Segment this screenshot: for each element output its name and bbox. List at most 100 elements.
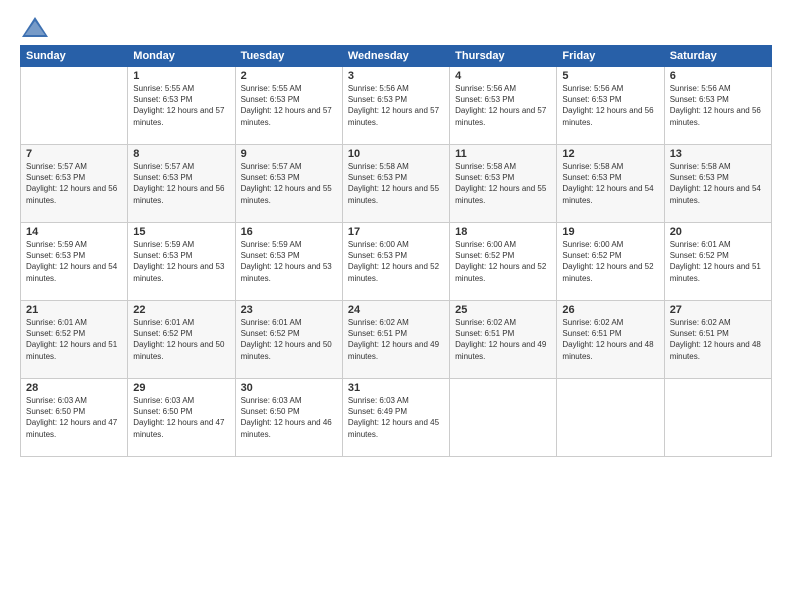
daylight-text: Daylight: 12 hours and 56 minutes. [133, 184, 224, 204]
calendar-cell: 28 Sunrise: 6:03 AM Sunset: 6:50 PM Dayl… [21, 379, 128, 457]
sunset-text: Sunset: 6:53 PM [348, 95, 407, 104]
col-saturday: Saturday [664, 46, 771, 67]
day-info: Sunrise: 6:03 AM Sunset: 6:50 PM Dayligh… [133, 395, 229, 440]
sunset-text: Sunset: 6:53 PM [133, 95, 192, 104]
daylight-text: Daylight: 12 hours and 54 minutes. [26, 262, 117, 282]
daylight-text: Daylight: 12 hours and 56 minutes. [26, 184, 117, 204]
day-info: Sunrise: 5:56 AM Sunset: 6:53 PM Dayligh… [670, 83, 766, 128]
day-info: Sunrise: 6:00 AM Sunset: 6:53 PM Dayligh… [348, 239, 444, 284]
day-number: 7 [26, 148, 122, 160]
daylight-text: Daylight: 12 hours and 57 minutes. [348, 106, 439, 126]
daylight-text: Daylight: 12 hours and 52 minutes. [348, 262, 439, 282]
day-info: Sunrise: 5:55 AM Sunset: 6:53 PM Dayligh… [133, 83, 229, 128]
day-number: 12 [562, 148, 658, 160]
sunset-text: Sunset: 6:53 PM [241, 251, 300, 260]
calendar-cell: 31 Sunrise: 6:03 AM Sunset: 6:49 PM Dayl… [342, 379, 449, 457]
table-row: 14 Sunrise: 5:59 AM Sunset: 6:53 PM Dayl… [21, 223, 772, 301]
daylight-text: Daylight: 12 hours and 51 minutes. [26, 340, 117, 360]
day-number: 29 [133, 382, 229, 394]
day-info: Sunrise: 6:02 AM Sunset: 6:51 PM Dayligh… [562, 317, 658, 362]
sunset-text: Sunset: 6:53 PM [670, 173, 729, 182]
day-info: Sunrise: 5:58 AM Sunset: 6:53 PM Dayligh… [455, 161, 551, 206]
daylight-text: Daylight: 12 hours and 47 minutes. [26, 418, 117, 438]
sunrise-text: Sunrise: 6:00 AM [455, 240, 516, 249]
day-number: 14 [26, 226, 122, 238]
day-info: Sunrise: 6:00 AM Sunset: 6:52 PM Dayligh… [562, 239, 658, 284]
day-number: 27 [670, 304, 766, 316]
daylight-text: Daylight: 12 hours and 49 minutes. [348, 340, 439, 360]
table-row: 7 Sunrise: 5:57 AM Sunset: 6:53 PM Dayli… [21, 145, 772, 223]
day-number: 22 [133, 304, 229, 316]
sunset-text: Sunset: 6:53 PM [348, 173, 407, 182]
sunrise-text: Sunrise: 5:59 AM [133, 240, 194, 249]
daylight-text: Daylight: 12 hours and 53 minutes. [241, 262, 332, 282]
calendar-page: Sunday Monday Tuesday Wednesday Thursday… [0, 0, 792, 612]
day-info: Sunrise: 5:59 AM Sunset: 6:53 PM Dayligh… [133, 239, 229, 284]
sunrise-text: Sunrise: 6:01 AM [241, 318, 302, 327]
sunset-text: Sunset: 6:53 PM [26, 173, 85, 182]
day-number: 24 [348, 304, 444, 316]
col-thursday: Thursday [450, 46, 557, 67]
day-info: Sunrise: 6:01 AM Sunset: 6:52 PM Dayligh… [241, 317, 337, 362]
col-sunday: Sunday [21, 46, 128, 67]
calendar-cell: 7 Sunrise: 5:57 AM Sunset: 6:53 PM Dayli… [21, 145, 128, 223]
day-info: Sunrise: 5:56 AM Sunset: 6:53 PM Dayligh… [348, 83, 444, 128]
calendar-cell: 2 Sunrise: 5:55 AM Sunset: 6:53 PM Dayli… [235, 67, 342, 145]
sunset-text: Sunset: 6:52 PM [241, 329, 300, 338]
calendar-cell [557, 379, 664, 457]
sunset-text: Sunset: 6:50 PM [26, 407, 85, 416]
col-monday: Monday [128, 46, 235, 67]
sunset-text: Sunset: 6:53 PM [455, 173, 514, 182]
day-info: Sunrise: 6:02 AM Sunset: 6:51 PM Dayligh… [455, 317, 551, 362]
sunset-text: Sunset: 6:52 PM [455, 251, 514, 260]
calendar-cell [21, 67, 128, 145]
day-number: 9 [241, 148, 337, 160]
daylight-text: Daylight: 12 hours and 52 minutes. [455, 262, 546, 282]
calendar-cell: 29 Sunrise: 6:03 AM Sunset: 6:50 PM Dayl… [128, 379, 235, 457]
calendar-cell: 19 Sunrise: 6:00 AM Sunset: 6:52 PM Dayl… [557, 223, 664, 301]
daylight-text: Daylight: 12 hours and 54 minutes. [562, 184, 653, 204]
day-info: Sunrise: 5:55 AM Sunset: 6:53 PM Dayligh… [241, 83, 337, 128]
calendar-cell: 24 Sunrise: 6:02 AM Sunset: 6:51 PM Dayl… [342, 301, 449, 379]
sunrise-text: Sunrise: 6:03 AM [241, 396, 302, 405]
daylight-text: Daylight: 12 hours and 53 minutes. [133, 262, 224, 282]
sunrise-text: Sunrise: 5:57 AM [133, 162, 194, 171]
sunset-text: Sunset: 6:52 PM [562, 251, 621, 260]
daylight-text: Daylight: 12 hours and 57 minutes. [241, 106, 332, 126]
day-number: 23 [241, 304, 337, 316]
calendar-cell [664, 379, 771, 457]
calendar-cell: 5 Sunrise: 5:56 AM Sunset: 6:53 PM Dayli… [557, 67, 664, 145]
day-number: 3 [348, 70, 444, 82]
calendar-table: Sunday Monday Tuesday Wednesday Thursday… [20, 45, 772, 457]
sunset-text: Sunset: 6:53 PM [348, 251, 407, 260]
day-number: 1 [133, 70, 229, 82]
calendar-cell: 6 Sunrise: 5:56 AM Sunset: 6:53 PM Dayli… [664, 67, 771, 145]
sunset-text: Sunset: 6:50 PM [133, 407, 192, 416]
sunrise-text: Sunrise: 5:56 AM [348, 84, 409, 93]
calendar-cell: 15 Sunrise: 5:59 AM Sunset: 6:53 PM Dayl… [128, 223, 235, 301]
calendar-cell: 16 Sunrise: 5:59 AM Sunset: 6:53 PM Dayl… [235, 223, 342, 301]
calendar-cell: 8 Sunrise: 5:57 AM Sunset: 6:53 PM Dayli… [128, 145, 235, 223]
sunset-text: Sunset: 6:52 PM [133, 329, 192, 338]
day-number: 15 [133, 226, 229, 238]
daylight-text: Daylight: 12 hours and 55 minutes. [241, 184, 332, 204]
sunset-text: Sunset: 6:53 PM [562, 173, 621, 182]
sunrise-text: Sunrise: 6:03 AM [26, 396, 87, 405]
day-info: Sunrise: 6:02 AM Sunset: 6:51 PM Dayligh… [670, 317, 766, 362]
day-info: Sunrise: 5:57 AM Sunset: 6:53 PM Dayligh… [241, 161, 337, 206]
sunrise-text: Sunrise: 6:00 AM [562, 240, 623, 249]
sunrise-text: Sunrise: 6:02 AM [562, 318, 623, 327]
calendar-cell: 17 Sunrise: 6:00 AM Sunset: 6:53 PM Dayl… [342, 223, 449, 301]
daylight-text: Daylight: 12 hours and 50 minutes. [133, 340, 224, 360]
sunrise-text: Sunrise: 5:58 AM [670, 162, 731, 171]
sunset-text: Sunset: 6:49 PM [348, 407, 407, 416]
daylight-text: Daylight: 12 hours and 47 minutes. [133, 418, 224, 438]
calendar-cell: 25 Sunrise: 6:02 AM Sunset: 6:51 PM Dayl… [450, 301, 557, 379]
day-number: 8 [133, 148, 229, 160]
sunset-text: Sunset: 6:51 PM [348, 329, 407, 338]
logo [20, 15, 50, 37]
sunrise-text: Sunrise: 5:56 AM [562, 84, 623, 93]
sunrise-text: Sunrise: 6:03 AM [133, 396, 194, 405]
day-info: Sunrise: 5:57 AM Sunset: 6:53 PM Dayligh… [26, 161, 122, 206]
day-info: Sunrise: 6:01 AM Sunset: 6:52 PM Dayligh… [133, 317, 229, 362]
